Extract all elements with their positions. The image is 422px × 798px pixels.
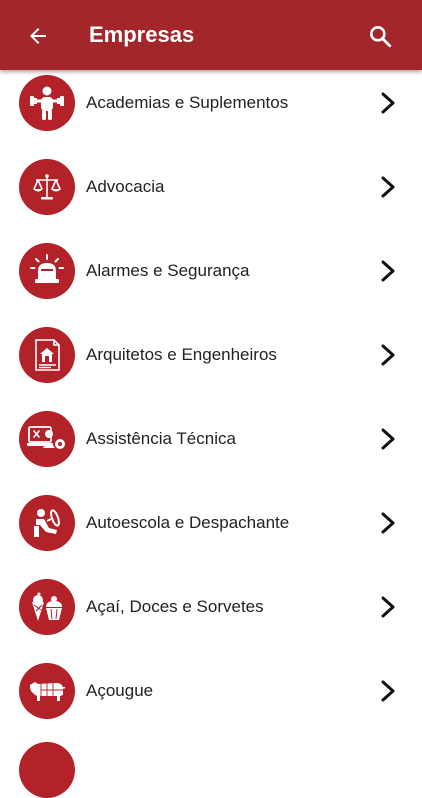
chevron-right-icon — [381, 596, 395, 618]
category-label: Arquitetos e Engenheiros — [86, 345, 277, 364]
category-label: Autoescola e Despachante — [86, 513, 290, 532]
category-item-arquitetos[interactable]: Arquitetos e Engenheiros — [0, 313, 422, 397]
chevron-right-icon — [381, 260, 395, 282]
chevron-right-icon — [381, 428, 395, 450]
chevron-right-icon — [381, 92, 395, 114]
back-button[interactable] — [20, 18, 56, 54]
blueprint-house-icon — [19, 327, 75, 383]
category-item-autoescola[interactable]: Autoescola e Despachante — [0, 481, 422, 565]
search-icon — [370, 26, 392, 48]
category-item-acougue[interactable]: Açougue — [0, 649, 422, 733]
chevron-right-icon — [381, 680, 395, 702]
category-label: Alarmes e Segurança — [86, 261, 250, 280]
scales-of-justice-icon — [19, 159, 75, 215]
driver-steering-wheel-icon — [19, 495, 75, 551]
category-label: Açaí, Doces e Sorvetes — [86, 597, 264, 616]
computer-repair-icon — [19, 411, 75, 467]
category-label: Açougue — [86, 681, 154, 700]
category-label: Advocacia — [86, 177, 165, 196]
chevron-right-icon — [381, 176, 395, 198]
siren-alarm-icon — [19, 243, 75, 299]
category-item-academias[interactable]: Academias e Suplementos — [0, 61, 422, 145]
search-button[interactable] — [362, 18, 398, 54]
chevron-right-icon — [381, 344, 395, 366]
page-title: Empresas — [89, 22, 195, 47]
next-category-icon-partial[interactable] — [19, 742, 75, 798]
category-item-assistencia[interactable]: Assistência Técnica — [0, 397, 422, 481]
arrow-left-icon — [30, 28, 46, 44]
ice-cream-cupcake-icon — [19, 579, 75, 635]
chevron-right-icon — [381, 512, 395, 534]
category-label: Academias e Suplementos — [86, 93, 289, 112]
category-item-alarmes[interactable]: Alarmes e Segurança — [0, 229, 422, 313]
weightlifter-icon — [19, 75, 75, 131]
category-list: Academias e Suplementos Advocacia Alarme… — [0, 61, 422, 733]
app-bar: Empresas — [0, 0, 422, 70]
bull-cuts-icon — [19, 663, 75, 719]
category-item-advocacia[interactable]: Advocacia — [0, 145, 422, 229]
category-item-acai[interactable]: Açaí, Doces e Sorvetes — [0, 565, 422, 649]
category-label: Assistência Técnica — [86, 429, 236, 448]
